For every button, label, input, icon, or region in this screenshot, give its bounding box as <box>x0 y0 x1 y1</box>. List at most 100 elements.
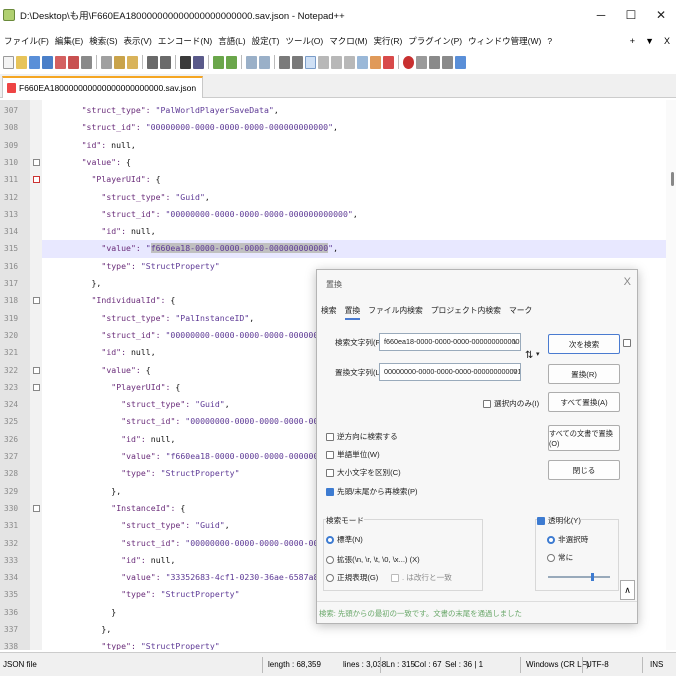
indent-guide-icon[interactable] <box>305 55 316 69</box>
menu-view[interactable]: 表示(V) <box>124 35 152 47</box>
close-window-button[interactable]: ✕ <box>646 0 676 30</box>
status-eol[interactable]: Windows (CR LF) <box>526 660 589 669</box>
tab-find-in-files[interactable]: ファイル内検索 <box>368 303 423 320</box>
menu-tools[interactable]: ツール(O) <box>285 35 323 47</box>
backward-direction-checkbox[interactable] <box>623 339 631 347</box>
close-file-icon[interactable] <box>55 55 66 69</box>
menu-run[interactable]: 実行(R) <box>373 35 402 47</box>
option-wrap-around[interactable]: 先頭/末尾から再検索(P) <box>326 486 418 497</box>
save-icon[interactable] <box>29 55 40 69</box>
paste-icon[interactable] <box>127 55 138 69</box>
checkbox-box[interactable] <box>483 399 491 408</box>
tab-list-button[interactable]: ▼ <box>645 36 654 46</box>
option-match-case[interactable]: 大小文字を区別(C) <box>326 467 401 478</box>
play-macro-icon[interactable] <box>429 55 440 69</box>
menu-macro[interactable]: マクロ(M) <box>329 35 367 47</box>
close-tab-button[interactable]: X <box>664 36 670 46</box>
code-line[interactable]: 309 "id": null, <box>4 137 666 154</box>
radio-button[interactable] <box>547 535 555 544</box>
transparency-slider[interactable] <box>548 576 610 578</box>
swap-dropdown-icon[interactable]: ▾ <box>536 350 540 358</box>
menu-plugins[interactable]: プラグイン(P) <box>408 35 462 47</box>
minimize-button[interactable]: ─ <box>586 0 616 30</box>
fold-toggle-icon[interactable] <box>33 297 40 305</box>
udl-icon[interactable] <box>318 55 329 69</box>
tab-replace[interactable]: 置換 <box>344 303 361 320</box>
replace-all-button[interactable]: すべて置換(A) <box>548 392 620 412</box>
checkbox-box[interactable] <box>537 516 545 525</box>
close-button[interactable]: 閉じる <box>548 460 620 480</box>
maximize-button[interactable]: ☐ <box>616 0 646 30</box>
transparency-slider-thumb[interactable] <box>591 573 595 581</box>
sync-vertical-icon[interactable] <box>246 55 257 69</box>
radio-button[interactable] <box>326 555 334 564</box>
tab-find-in-projects[interactable]: プロジェクト内検索 <box>431 303 501 320</box>
mode-normal[interactable]: 標準(N) <box>326 534 363 545</box>
menu-edit[interactable]: 編集(E) <box>55 35 83 47</box>
option-whole-word[interactable]: 単語単位(W) <box>326 449 380 460</box>
tab-find[interactable]: 検索 <box>321 303 337 320</box>
code-line[interactable]: 338 "type": "StructProperty" <box>4 638 666 650</box>
code-line[interactable]: 314 "id": null, <box>4 223 666 240</box>
mode-extended[interactable]: 拡張(\n, \r, \t, \0, \x...) (X) <box>326 554 420 565</box>
word-wrap-icon[interactable] <box>279 55 290 69</box>
radio-button[interactable] <box>326 573 334 582</box>
chevron-down-icon[interactable]: ∨ <box>512 334 518 350</box>
transparency-always[interactable]: 常に <box>547 552 573 563</box>
collapse-dialog-button[interactable]: ∧ <box>620 580 635 600</box>
vertical-scrollbar[interactable] <box>666 100 676 650</box>
redo-icon[interactable] <box>160 55 171 69</box>
print-icon[interactable] <box>81 55 92 69</box>
code-line[interactable]: 311 "PlayerUId": { <box>4 171 666 188</box>
code-line[interactable]: 313 "struct_id": "00000000-0000-0000-0000… <box>4 206 666 223</box>
chevron-down-icon[interactable]: ∨ <box>512 364 518 380</box>
dialog-close-button[interactable]: X <box>624 276 631 288</box>
scrollbar-thumb[interactable] <box>671 172 674 186</box>
code-line[interactable]: 307 "struct_type": "PalWorldPlayerSaveDat… <box>4 102 666 119</box>
transparency-checkbox[interactable]: 透明化(Y) <box>537 515 581 526</box>
checkbox-box[interactable] <box>326 487 334 496</box>
menu-window[interactable]: ウィンドウ管理(W) <box>468 35 541 47</box>
monitor-icon[interactable] <box>383 55 394 69</box>
run-macro-multiple-icon[interactable] <box>442 55 453 69</box>
mode-regex[interactable]: 正規表現(G) <box>326 572 378 583</box>
save-all-icon[interactable] <box>42 55 53 69</box>
save-macro-icon[interactable] <box>455 55 466 69</box>
replace-all-in-docs-button[interactable]: すべての文書で置換(O) <box>548 425 620 451</box>
code-line[interactable]: 308 "struct_id": "00000000-0000-0000-0000… <box>4 119 666 136</box>
radio-button[interactable] <box>326 535 334 544</box>
checkbox-box[interactable] <box>391 573 399 582</box>
option-backward[interactable]: 逆方向に検索する <box>326 431 398 442</box>
folder-workspace-icon[interactable] <box>370 55 381 69</box>
code-line[interactable]: 312 "struct_type": "Guid", <box>4 189 666 206</box>
undo-icon[interactable] <box>147 55 158 69</box>
status-encoding[interactable]: UTF-8 <box>586 660 609 669</box>
new-file-icon[interactable] <box>3 55 14 69</box>
zoom-out-icon[interactable] <box>226 55 237 69</box>
checkbox-box[interactable] <box>623 339 631 347</box>
open-file-icon[interactable] <box>16 55 27 69</box>
replace-with-input[interactable]: 00000000-0000-0000-0000-000000000001 ∨ <box>379 363 521 381</box>
fold-toggle-icon[interactable] <box>33 158 40 166</box>
find-what-input[interactable]: f660ea18-0000-0000-0000-000000000000 ∨ <box>379 333 521 351</box>
record-macro-icon[interactable] <box>403 55 414 69</box>
doc-map-icon[interactable] <box>331 55 342 69</box>
copy-icon[interactable] <box>114 55 125 69</box>
zoom-in-icon[interactable] <box>213 55 224 69</box>
fold-toggle-icon[interactable] <box>33 504 40 512</box>
stop-macro-icon[interactable] <box>416 55 427 69</box>
doc-list-icon[interactable] <box>344 55 355 69</box>
swap-strings-icon[interactable]: ⇅ <box>525 350 533 361</box>
sync-horizontal-icon[interactable] <box>259 55 270 69</box>
in-selection-checkbox[interactable]: 選択内のみ(I) <box>483 398 539 409</box>
transparency-on-lose-focus[interactable]: 非選択時 <box>547 534 588 545</box>
tab-document[interactable]: F660EA180000000000000000000000.sav.json <box>2 76 204 98</box>
replace-icon[interactable] <box>193 55 204 69</box>
new-tab-button[interactable]: + <box>630 36 635 46</box>
fold-toggle-icon[interactable] <box>33 366 40 374</box>
tab-mark[interactable]: マーク <box>509 303 532 320</box>
checkbox-box[interactable] <box>326 432 334 441</box>
function-list-icon[interactable] <box>357 55 368 69</box>
close-all-icon[interactable] <box>68 55 79 69</box>
menu-language[interactable]: 言語(L) <box>218 35 245 47</box>
